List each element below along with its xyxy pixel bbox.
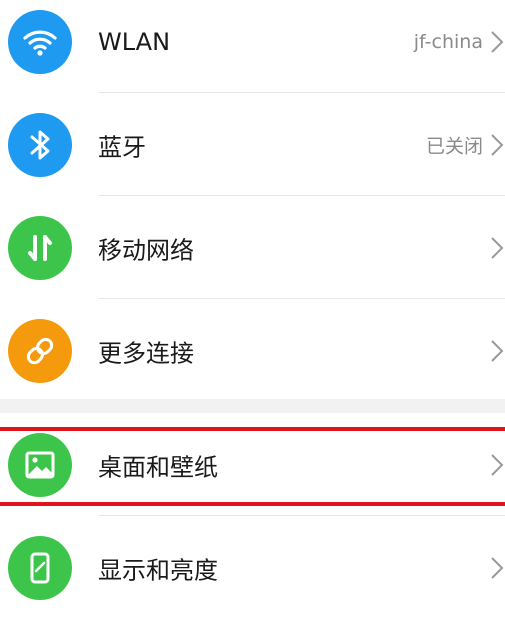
mobile-network-label: 移动网络 — [98, 236, 194, 264]
chevron-right-icon — [491, 339, 504, 362]
display-brightness-row[interactable]: 显示和亮度 — [0, 516, 505, 619]
bluetooth-row[interactable]: 蓝牙 已关闭 — [0, 93, 505, 196]
chevron-right-icon — [491, 453, 504, 476]
more-connections-label: 更多连接 — [98, 339, 194, 367]
section-divider — [0, 399, 505, 413]
chevron-right-icon — [491, 30, 504, 53]
display-brightness-label: 显示和亮度 — [98, 556, 218, 584]
wlan-label: WLAN — [98, 27, 171, 56]
link-icon — [8, 318, 72, 383]
mobile-data-icon — [8, 215, 72, 280]
wifi-icon — [8, 9, 72, 74]
desktop-wallpaper-label: 桌面和壁纸 — [98, 453, 218, 481]
display-icon — [8, 535, 72, 600]
wlan-row[interactable]: WLAN jf-china — [0, 0, 505, 93]
image-icon — [8, 432, 72, 497]
bluetooth-label: 蓝牙 — [98, 133, 146, 161]
bluetooth-value: 已关闭 — [425, 135, 483, 157]
mobile-network-row[interactable]: 移动网络 — [0, 196, 505, 299]
wlan-value: jf-china — [413, 30, 483, 53]
chevron-right-icon — [491, 556, 504, 579]
chevron-right-icon — [491, 236, 504, 259]
chevron-right-icon — [491, 133, 504, 156]
desktop-wallpaper-row[interactable]: 桌面和壁纸 — [0, 413, 505, 516]
more-connections-row[interactable]: 更多连接 — [0, 299, 505, 402]
bluetooth-icon — [8, 112, 72, 177]
settings-list: WLAN jf-china 蓝牙 已关闭 移动网络 更多连接 桌面和壁纸 显示和… — [0, 0, 505, 619]
